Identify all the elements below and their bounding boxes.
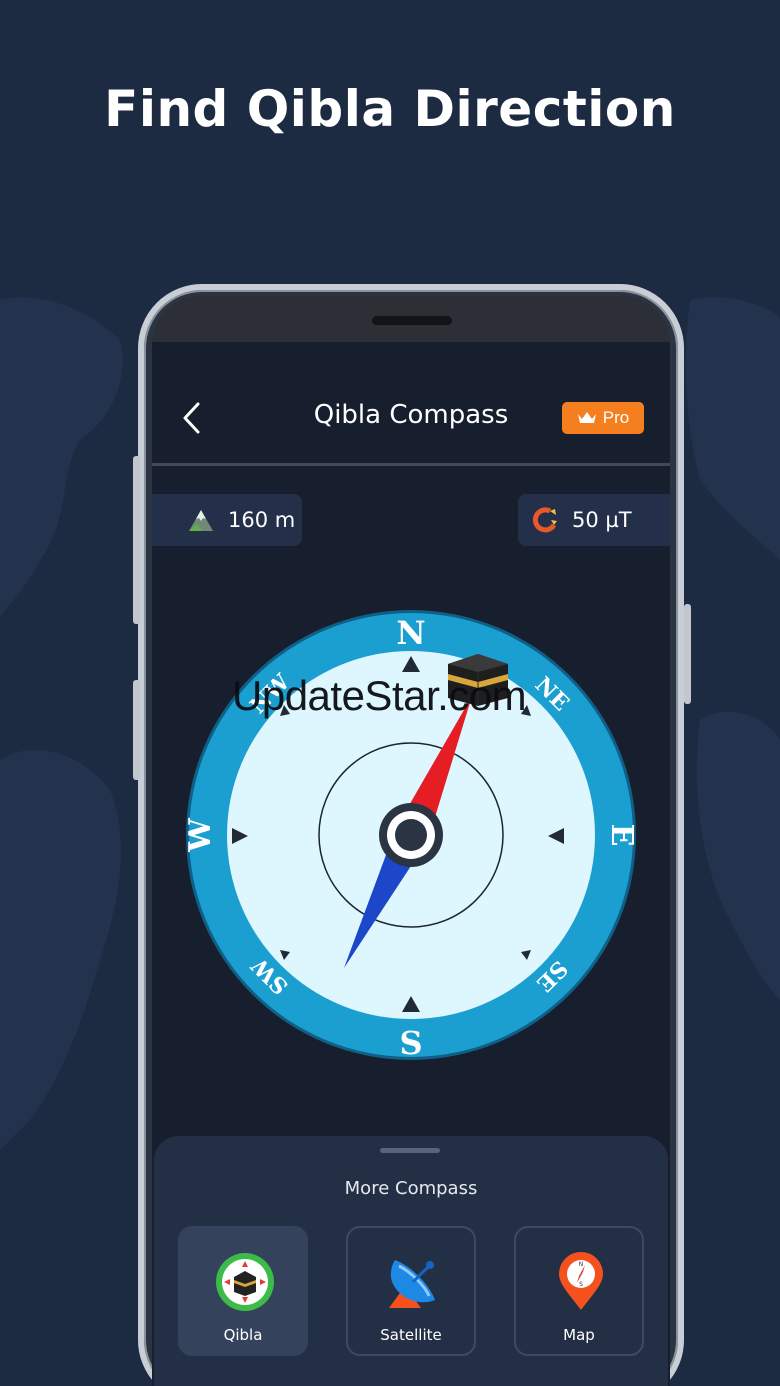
qibla-compass-icon xyxy=(216,1253,274,1311)
map-option[interactable]: N S Map xyxy=(514,1226,644,1356)
magnetic-field-chip: 50 µT xyxy=(518,494,670,546)
direction-west: W xyxy=(184,817,218,853)
app-screen: Qibla Compass Pro 160 m 50 µT N S E W NE… xyxy=(152,342,670,1386)
sheet-drag-handle[interactable] xyxy=(380,1148,440,1153)
pro-button[interactable]: Pro xyxy=(562,402,644,434)
satellite-option[interactable]: Satellite xyxy=(346,1226,476,1356)
app-bar-divider xyxy=(152,463,670,466)
app-bar: Qibla Compass Pro xyxy=(152,342,670,466)
altitude-chip: 160 m xyxy=(152,494,302,546)
satellite-dish-icon xyxy=(389,1260,435,1308)
qibla-option-label: Qibla xyxy=(223,1326,263,1344)
watermark: UpdateStar.com xyxy=(232,672,527,719)
more-compass-title: More Compass xyxy=(344,1178,478,1199)
direction-north: N xyxy=(396,614,425,652)
map-pin-compass-icon: N S xyxy=(559,1252,603,1310)
crown-icon xyxy=(577,412,596,423)
satellite-option-label: Satellite xyxy=(380,1326,442,1344)
side-button-right xyxy=(684,604,691,704)
volume-button xyxy=(133,456,140,624)
pro-label: Pro xyxy=(602,408,630,427)
mountain-icon xyxy=(189,510,213,531)
magnet-icon xyxy=(532,507,557,533)
direction-south: S xyxy=(399,1024,422,1062)
svg-text:S: S xyxy=(579,1281,583,1288)
altitude-value: 160 m xyxy=(228,508,296,532)
power-button xyxy=(133,680,140,780)
direction-east: E xyxy=(604,824,638,847)
more-compass-sheet: More Compass Qibla Satellite N S Map xyxy=(154,1136,668,1386)
earpiece-speaker xyxy=(372,316,452,325)
map-option-label: Map xyxy=(563,1326,595,1344)
headline: Find Qibla Direction xyxy=(104,80,676,138)
qibla-option[interactable]: Qibla xyxy=(178,1226,308,1356)
svg-text:N: N xyxy=(579,1261,584,1268)
magnetic-field-value: 50 µT xyxy=(572,508,632,532)
